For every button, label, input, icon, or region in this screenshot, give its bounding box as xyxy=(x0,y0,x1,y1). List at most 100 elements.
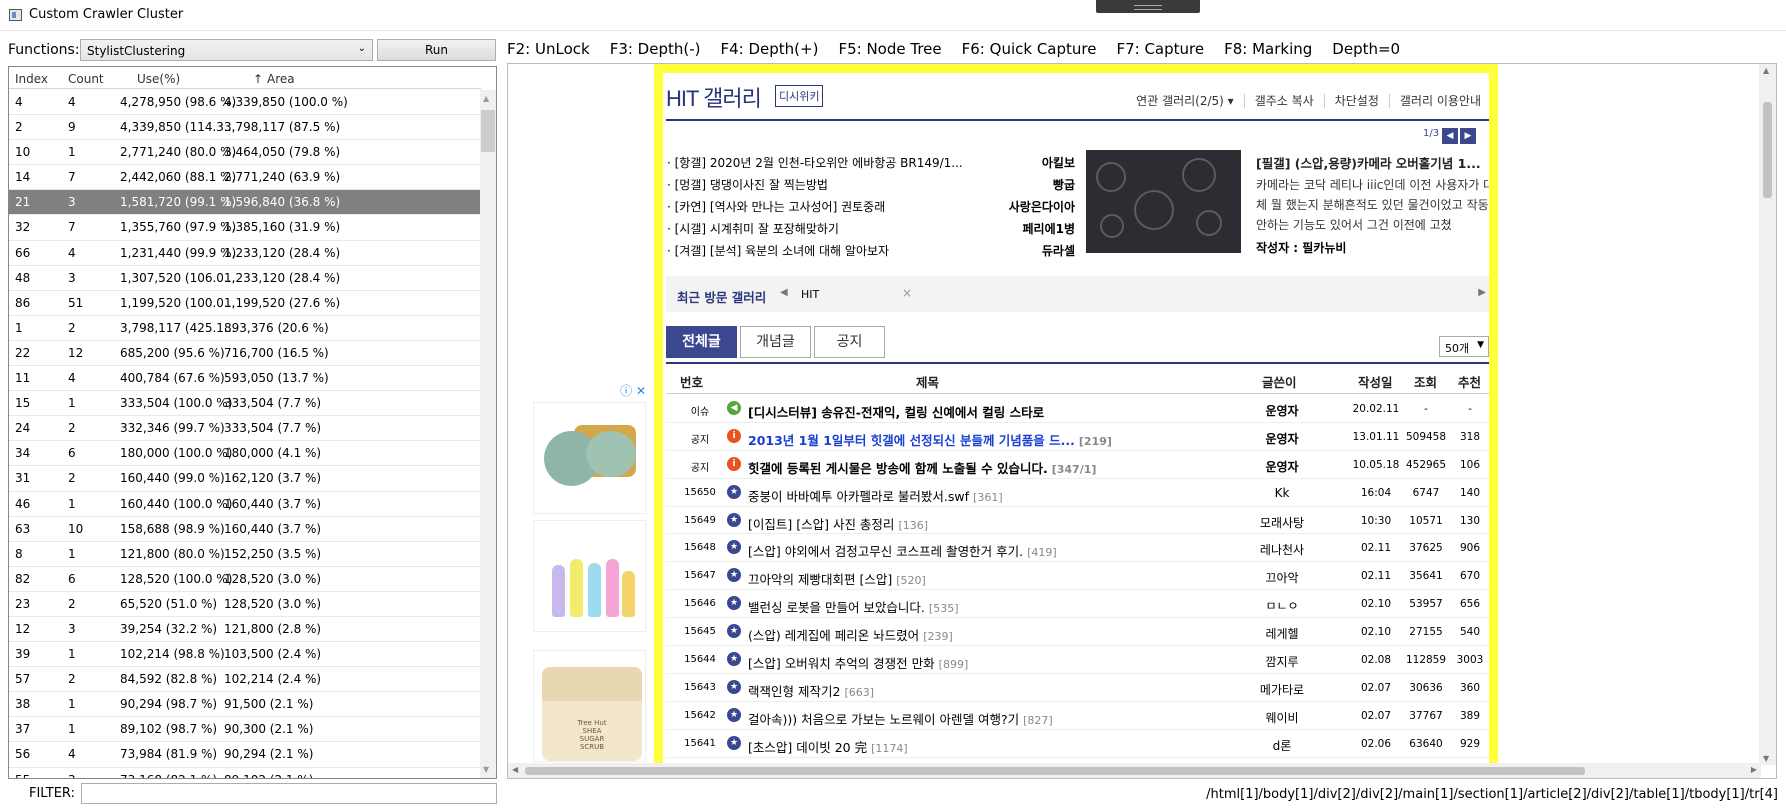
post-row[interactable]: 15646 ★ 밸런싱 로봇을 만들어 보았습니다. [535] ㅁㄴㅇ 02.10 539… xyxy=(666,590,1489,619)
post-subject-text[interactable]: 걸아속))) 처음으로 가보는 노르웨이 아렌델 여행?기 xyxy=(748,712,1019,727)
ad-scrub[interactable]: Tree Hut SHEA SUGAR SCRUB xyxy=(533,650,646,762)
filter-input[interactable] xyxy=(81,783,497,804)
browser-hscroll-thumb[interactable] xyxy=(525,767,1585,775)
post-subject-text[interactable]: 밸런싱 로봇을 만들어 보았습니다. xyxy=(748,600,925,615)
table-row[interactable]: 63 10 158,688 (98.9 %) 160,440 (3.7 %) xyxy=(9,517,481,542)
post-row[interactable]: 15647 ★ 끄아악의 제빵대회편 [스압] [520] 끄아악 02.11 35641 6… xyxy=(666,562,1489,591)
col-index[interactable]: Index xyxy=(15,72,48,86)
gallery-menu-item[interactable]: 차단설정 xyxy=(1323,94,1379,108)
tab-concept[interactable]: 개념글 xyxy=(740,326,811,358)
post-row[interactable]: 15649 ★ [이집트] [스압] 사진 총정리 [136] 모래사탕 10:30 105… xyxy=(666,507,1489,535)
hit-item[interactable]: · [겨갤] [분석] 육분의 소녀에 대해 알아보자 듀라셀 xyxy=(667,239,1075,261)
hit-item[interactable]: · [시갤] 시계취미 잘 포장해맞하기 페리에1병 xyxy=(667,217,1075,239)
post-row[interactable]: 15645 ★ (스압) 레게집에 페리온 놔드렸어 [239] 레게헬 02.10 271… xyxy=(666,618,1489,647)
post-row[interactable]: 공지 i 힛갤에 등록된 게시물은 방송에 함께 노출될 수 있습니다. [347/1… xyxy=(666,451,1489,479)
post-subject[interactable]: [이집트] [스압] 사진 총정리 [136] xyxy=(748,514,928,533)
hit-item-title[interactable]: · [시갤] 시계취미 잘 포장해맞하기 xyxy=(667,220,977,237)
post-row[interactable]: 15642 ★ 걸아속))) 처음으로 가보는 노르웨이 아렌델 여행?기 [827]… xyxy=(666,702,1489,730)
post-subject-text[interactable]: 랙잭인형 제작기2 xyxy=(748,684,840,699)
table-row[interactable]: 22 12 685,200 (95.6 %) 716,700 (16.5 %) xyxy=(9,341,481,367)
hit-item[interactable]: · [항갤] 2020년 2월 인천-타오위안 에바항공 BR149/1... 아… xyxy=(667,151,1075,173)
gallery-menu-item[interactable]: 갤러리 이용안내 xyxy=(1388,94,1481,108)
post-subject[interactable]: 힛갤에 등록된 게시물은 방송에 함께 노출될 수 있습니다. [347/1] xyxy=(748,458,1096,477)
col-area[interactable]: Area xyxy=(267,72,295,86)
per-page-select[interactable]: 50개 ▼ xyxy=(1439,336,1489,357)
next-arrow-icon[interactable]: ▶ xyxy=(1460,128,1476,144)
post-row[interactable]: 15648 ★ [스압] 야외에서 검정고무신 코스프레 촬영한거 후기. [419]… xyxy=(666,534,1489,563)
cluster-grid[interactable]: Index Count Use(%) ↑ Area 4 4 4,278,950 (9… xyxy=(8,66,497,779)
col-count[interactable]: Count xyxy=(68,72,104,86)
post-subject[interactable]: [초스압] 데이빗 20 完 [1174] xyxy=(748,737,908,756)
hit-item-title[interactable]: · [항갤] 2020년 2월 인천-타오위안 에바항공 BR149/1... xyxy=(667,154,977,171)
table-row[interactable]: 10 1 2,771,240 (80.0 %) 3,464,050 (79.8 %) xyxy=(9,140,481,166)
post-subject[interactable]: 걸아속))) 처음으로 가보는 노르웨이 아렌델 여행?기 [827] xyxy=(748,709,1053,728)
gallery-menu-item[interactable]: 연관 갤러리(2/5) ▾ xyxy=(1126,94,1234,108)
gallery-menu-item[interactable]: 갤주소 복사 xyxy=(1243,94,1314,108)
post-writer[interactable]: 레나천사 xyxy=(1221,541,1343,558)
post-row[interactable]: 15644 ★ [스압] 오버워치 추억의 경쟁전 만화 [899] 깜지루 02.08 1… xyxy=(666,646,1489,674)
run-button[interactable]: Run xyxy=(377,39,496,61)
hit-item[interactable]: · [멍갤] 댕댕이사진 잘 찍는방법 빵굽 xyxy=(667,173,1075,195)
recent-right-icon[interactable]: ▶ xyxy=(1478,287,1486,298)
table-row[interactable]: 56 4 73,984 (81.9 %) 90,294 (2.1 %) xyxy=(9,742,481,768)
prev-arrow-icon[interactable]: ◀ xyxy=(1442,128,1458,144)
grid-scroll-thumb[interactable] xyxy=(481,110,495,152)
post-writer[interactable]: 운영자 xyxy=(1221,402,1343,419)
post-subject[interactable]: 밸런싱 로봇을 만들어 보았습니다. [535] xyxy=(748,597,959,616)
post-row[interactable]: 15650 ★ 중붕이 바바예투 아카펠라로 불러봤서.swf [361] Kk 16:0… xyxy=(666,479,1489,507)
post-subject-text[interactable]: 끄아악의 제빵대회편 [스압] xyxy=(748,572,892,587)
post-subject-text[interactable]: [초스압] 데이빗 20 完 xyxy=(748,740,867,755)
col-use[interactable]: Use(%) xyxy=(137,72,180,86)
table-row[interactable]: 14 7 2,442,060 (88.1 %) 2,771,240 (63.9 %) xyxy=(9,165,481,191)
post-row[interactable]: 이슈 ◀ [디시스터뷰] 송유진-전재익, 컬링 신예에서 컬링 스타로 운영자 20.… xyxy=(666,395,1489,423)
post-subject[interactable]: 중붕이 바바예투 아카펠라로 불러봤서.swf [361] xyxy=(748,486,1003,505)
post-subject[interactable]: 랙잭인형 제작기2 [663] xyxy=(748,681,874,700)
post-writer[interactable]: 운영자 xyxy=(1221,430,1343,447)
featured-title[interactable]: [필갤] (스압,용량)카메라 오버홀기념 1... xyxy=(1256,153,1489,172)
post-writer[interactable]: Kk xyxy=(1221,486,1343,500)
wiki-badge[interactable]: 디시위키 xyxy=(775,85,824,107)
table-row[interactable]: 24 2 332,346 (99.7 %) 333,504 (7.7 %) xyxy=(9,416,481,442)
post-writer[interactable]: d론 xyxy=(1221,737,1343,754)
post-subject[interactable]: [스압] 야외에서 검정고무신 코스프레 촬영한거 후기. [419] xyxy=(748,541,1057,560)
table-row[interactable]: 86 51 1,199,520 (100.0... 1,199,520 (27.6 %… xyxy=(9,291,481,316)
post-subject-text[interactable]: [이집트] [스압] 사진 총정리 xyxy=(748,517,894,532)
recent-left-icon[interactable]: ◀ xyxy=(780,287,788,298)
table-row[interactable]: 55 3 73,168 (82.1 %) 89,102 (2.1 %) xyxy=(9,768,481,778)
post-subject-text[interactable]: [디시스터뷰] 송유진-전재익, 컬링 신예에서 컬링 스타로 xyxy=(748,405,1044,420)
table-row[interactable]: 34 6 180,000 (100.0 %) 180,000 (4.1 %) xyxy=(9,441,481,467)
table-row[interactable]: 21 3 1,581,720 (99.1 %) 1,596,840 (36.8 %) xyxy=(9,190,481,216)
post-writer[interactable]: 레게헬 xyxy=(1221,625,1343,642)
hit-item-title[interactable]: · [겨갤] [분석] 육분의 소녀에 대해 알아보자 xyxy=(667,242,977,259)
table-row[interactable]: 4 4 4,278,950 (98.6 %) 4,339,850 (100.0 %) xyxy=(9,90,481,116)
scroll-up-icon[interactable]: ▲ xyxy=(483,94,489,103)
featured-text[interactable]: 카메라는 코닥 레티나 iiic인데 이전 사용자가 대체 뭘 했는지 분해흔적… xyxy=(1256,175,1489,235)
post-subject[interactable]: (스압) 레게집에 페리온 놔드렸어 [239] xyxy=(748,625,953,644)
browser-vscroll[interactable]: ▲ ▼ xyxy=(1759,64,1776,765)
scroll-down-icon[interactable]: ▼ xyxy=(483,765,489,774)
function-select[interactable]: StylistClustering ⌄ xyxy=(80,39,373,61)
post-row[interactable]: 15641 ★ [초스압] 데이빗 20 完 [1174] d론 02.06 63640 92… xyxy=(666,730,1489,758)
hit-item-title[interactable]: · [멍갤] 댕댕이사진 잘 찍는방법 xyxy=(667,176,977,193)
post-subject-text[interactable]: 2013년 1월 1일부터 힛갤에 선정되신 분들께 기념품을 드... xyxy=(748,433,1075,448)
table-row[interactable]: 39 1 102,214 (98.8 %) 103,500 (2.4 %) xyxy=(9,642,481,668)
recent-item[interactable]: HIT xyxy=(801,288,819,301)
table-row[interactable]: 82 6 128,520 (100.0 %) 128,520 (3.0 %) xyxy=(9,567,481,592)
ad-soap[interactable] xyxy=(533,402,646,514)
post-writer[interactable]: 웨이비 xyxy=(1221,709,1343,726)
post-subject-text[interactable]: 중붕이 바바예투 아카펠라로 불러봤서.swf xyxy=(748,489,969,504)
post-row[interactable]: 공지 i 2013년 1월 1일부터 힛갤에 선정되신 분들께 기념품을 드...[… xyxy=(666,423,1489,451)
browser-hscroll[interactable]: ◀ ▶ xyxy=(508,763,1761,778)
grid-scrollbar[interactable]: ▲ ▼ xyxy=(480,90,496,778)
hit-item[interactable]: · [카연] [역사와 만나는 고사성어] 권토중래 사랑은다이아 xyxy=(667,195,1075,217)
table-row[interactable]: 11 4 400,784 (67.6 %) 593,050 (13.7 %) xyxy=(9,366,481,392)
post-writer[interactable]: 운영자 xyxy=(1221,458,1343,475)
table-row[interactable]: 57 2 84,592 (82.8 %) 102,214 (2.4 %) xyxy=(9,667,481,693)
scroll-left-icon[interactable]: ◀ xyxy=(512,765,518,774)
post-subject[interactable]: 끄아악의 제빵대회편 [스압] [520] xyxy=(748,569,926,588)
table-row[interactable]: 38 1 90,294 (98.7 %) 91,500 (2.1 %) xyxy=(9,692,481,718)
browser-view[interactable]: ⓘ ✕ Tree Hut SHEA SUGAR SCRUB HIT 갤러리 디시… xyxy=(507,63,1777,779)
table-row[interactable]: 1 2 3,798,117 (425.1... 893,376 (20.6 %) xyxy=(9,316,481,341)
post-subject-text[interactable]: (스압) 레게집에 페리온 놔드렸어 xyxy=(748,628,919,643)
post-subject[interactable]: [스압] 오버워치 추억의 경쟁전 만화 [899] xyxy=(748,653,968,672)
